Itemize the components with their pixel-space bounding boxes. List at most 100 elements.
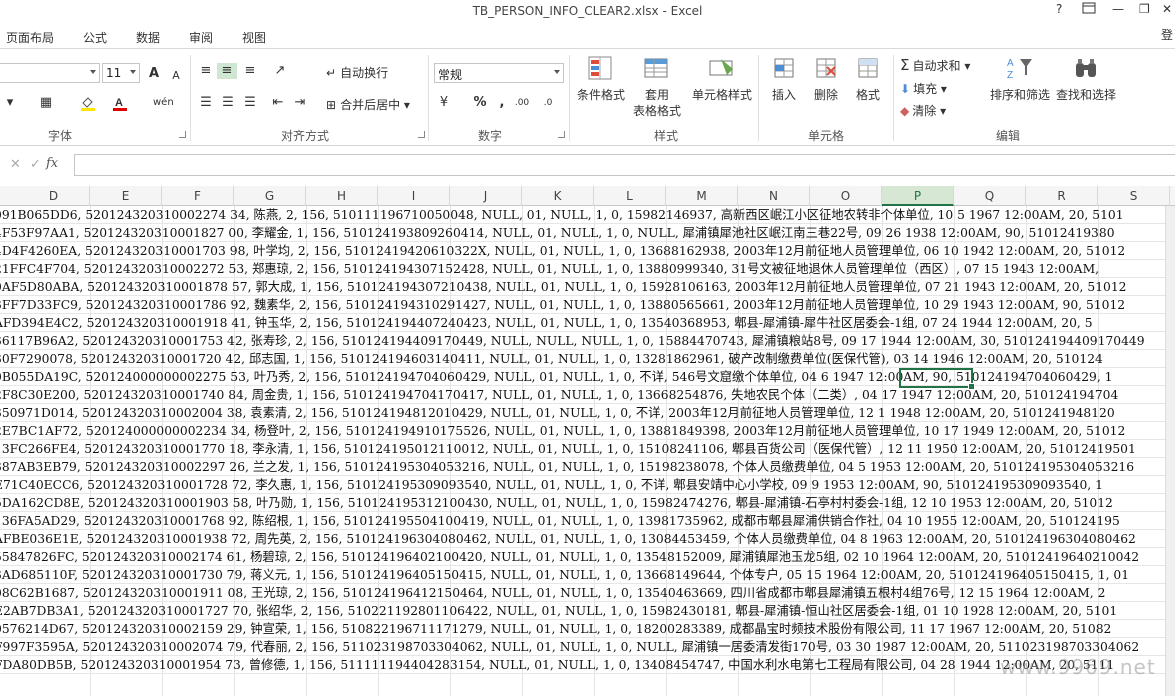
table-row[interactable]: 387AB3EB79, 520124320310002297 26, 兰之发, … [0,458,1165,476]
tab-data[interactable]: 数据 [136,29,160,46]
table-row[interactable]: 091B065DD6, 520124320310002274 34, 陈燕, 2… [0,206,1165,224]
column-header-j[interactable]: J [450,186,522,206]
column-header-l[interactable]: L [594,186,666,206]
underline-dropdown-icon[interactable]: ▾ [2,95,18,111]
table-row[interactable]: 21FFC4F704, 520124320310002272 53, 郑惠琼, … [0,260,1165,278]
autosum-button[interactable]: Σ 自动求和 ▾ [900,55,970,75]
table-row[interactable]: 5DA162CD8E, 520124320310001903 58, 叶乃勋, … [0,494,1165,512]
column-header-e[interactable]: E [90,186,162,206]
table-row[interactable]: 2E7BC1AF72, 520124000000002234 34, 杨登叶, … [0,422,1165,440]
font-name-dropdown[interactable] [0,63,100,83]
align-bottom-icon[interactable]: ≡ [242,63,258,79]
find-select-button[interactable]: 查找和选择 [1054,55,1118,103]
table-row[interactable]: E2AB7DB3A1, 520124320310001727 70, 张绍华, … [0,602,1165,620]
table-row[interactable]: 3FF7D33FC9, 520124320310001786 92, 魏素华, … [0,296,1165,314]
grow-font-icon[interactable]: A [146,66,162,82]
table-row[interactable]: 4D4F4260EA, 520124320310001703 98, 叶学均, … [0,242,1165,260]
format-as-table-button[interactable]: 套用 表格格式 [628,55,686,119]
fill-button[interactable]: ⬇ 填充 ▾ [900,79,947,99]
table-row[interactable]: 136FA5AD29, 520124320310001768 92, 陈绍根, … [0,512,1165,530]
minimize-button[interactable]: — [1112,2,1124,16]
align-top-icon[interactable]: ≡ [198,63,214,79]
column-header-o[interactable]: O [810,186,882,206]
table-row[interactable]: FDA80DB5B, 520124320310001954 73, 曾修德, 1… [0,656,1165,674]
wrap-text-button[interactable]: ↵ 自动换行 [326,63,388,83]
phonetic-guide-icon[interactable]: wén [153,95,174,111]
font-dialog-launcher-icon[interactable] [179,131,186,138]
tab-page-layout[interactable]: 页面布局 [6,29,54,46]
vertical-scrollbar[interactable] [1165,206,1175,696]
table-row[interactable]: 55847826FC, 520124320310002174 61, 杨碧琼, … [0,548,1165,566]
column-header-g[interactable]: G [234,186,306,206]
align-right-icon[interactable]: ☰ [242,95,258,111]
sort-filter-button[interactable]: AZ 排序和筛选 [988,55,1052,103]
font-color-icon[interactable]: A [112,95,128,111]
enter-icon[interactable]: ✓ [30,157,41,172]
table-row[interactable]: F997F3595A, 520124320310002074 79, 代春丽, … [0,638,1165,656]
font-size-dropdown[interactable]: 11 [102,63,140,83]
column-header-m[interactable]: M [666,186,738,206]
fill-color-icon[interactable] [80,95,96,111]
decrease-decimal-icon[interactable]: .0 [540,95,556,111]
merge-center-button[interactable]: ⊞ 合并后居中 ▾ [326,95,410,115]
cancel-icon[interactable]: ✕ [10,157,21,172]
formula-input[interactable] [74,154,1175,176]
accounting-format-icon[interactable]: ¥ [436,95,452,111]
border-icon[interactable]: ▦ [38,95,54,111]
column-header-h[interactable]: H [306,186,378,206]
align-center-icon[interactable]: ☰ [220,95,236,111]
insert-cells-button[interactable]: 插入 [764,55,804,103]
orientation-icon[interactable]: ↗ [272,63,288,79]
table-row[interactable]: 0AF5D80ABA, 520124320310001878 57, 郭大成, … [0,278,1165,296]
table-row[interactable]: 08C62B1687, 520124320310001911 08, 王光琼, … [0,584,1165,602]
sign-in-link[interactable]: 登 [1161,26,1173,43]
decrease-indent-icon[interactable]: ⇤ [270,95,286,111]
tab-review[interactable]: 审阅 [189,29,213,46]
insert-function-icon[interactable]: fx [46,156,58,171]
cell-grid[interactable]: 091B065DD6, 520124320310002274 34, 陈燕, 2… [0,206,1165,696]
delete-cells-button[interactable]: 删除 [806,55,846,103]
table-row[interactable]: AFD394E4C2, 520124320310001918 41, 钟玉华, … [0,314,1165,332]
table-row[interactable]: E71C40ECC6, 520124320310001728 72, 李久惠, … [0,476,1165,494]
column-header-i[interactable]: I [378,186,450,206]
column-header-f[interactable]: F [162,186,234,206]
table-row[interactable]: 2F8C30E200, 520124320310001740 84, 周金贵, … [0,386,1165,404]
percent-style-icon[interactable]: % [472,95,488,111]
number-dialog-launcher-icon[interactable] [558,131,565,138]
conditional-formatting-button[interactable]: 条件格式 [574,55,628,103]
table-row[interactable]: 36117B96A2, 520124320310001753 42, 张寿珍, … [0,332,1165,350]
table-row[interactable]: AFBE036E1E, 520124320310001938 72, 周先英, … [0,530,1165,548]
number-format-dropdown[interactable]: 常规 [434,63,564,83]
table-row[interactable]: 0B055DA19C, 520124000000002275 53, 叶乃秀, … [0,368,1165,386]
close-button[interactable]: ✕ [1162,2,1172,16]
alignment-dialog-launcher-icon[interactable] [418,131,425,138]
cell-styles-button[interactable]: 单元格样式 [690,55,754,103]
increase-decimal-icon[interactable]: .00 [514,95,530,111]
increase-indent-icon[interactable]: ⇥ [292,95,308,111]
column-header-d[interactable]: D [18,186,90,206]
column-header-r[interactable]: R [1026,186,1098,206]
restore-ribbon-icon[interactable] [1082,2,1098,16]
tab-formulas[interactable]: 公式 [83,29,107,46]
align-left-icon[interactable]: ☰ [198,95,214,111]
column-header-k[interactable]: K [522,186,594,206]
table-row[interactable]: 30F7290078, 520124320310001720 42, 邱志国, … [0,350,1165,368]
table-row[interactable]: 3AD685110F, 520124320310001730 79, 蒋义元, … [0,566,1165,584]
table-row[interactable]: 0576214D67, 520124320310002159 29, 钟宣荣, … [0,620,1165,638]
column-header-q[interactable]: Q [954,186,1026,206]
column-header-s[interactable]: S [1098,186,1170,206]
comma-style-icon[interactable]: , [494,95,510,111]
clear-button[interactable]: ◆ 清除 ▾ [900,101,946,121]
help-icon[interactable]: ? [1056,2,1062,16]
table-row[interactable]: 4F53F97AA1, 520124320310001827 00, 李耀金, … [0,224,1165,242]
column-header-n[interactable]: N [738,186,810,206]
active-cell[interactable] [899,368,975,390]
tab-view[interactable]: 视图 [242,29,266,46]
table-row[interactable]: 350971D014, 520124320310002004 38, 袁素清, … [0,404,1165,422]
align-middle-icon[interactable]: ≡ [217,63,237,79]
maximize-button[interactable]: ❐ [1139,2,1150,16]
shrink-font-icon[interactable]: A [168,68,184,84]
format-cells-button[interactable]: 格式 [848,55,888,103]
table-row[interactable]: 13FC266FE4, 520124320310001770 18, 李永清, … [0,440,1165,458]
column-header-p[interactable]: P [882,186,954,206]
